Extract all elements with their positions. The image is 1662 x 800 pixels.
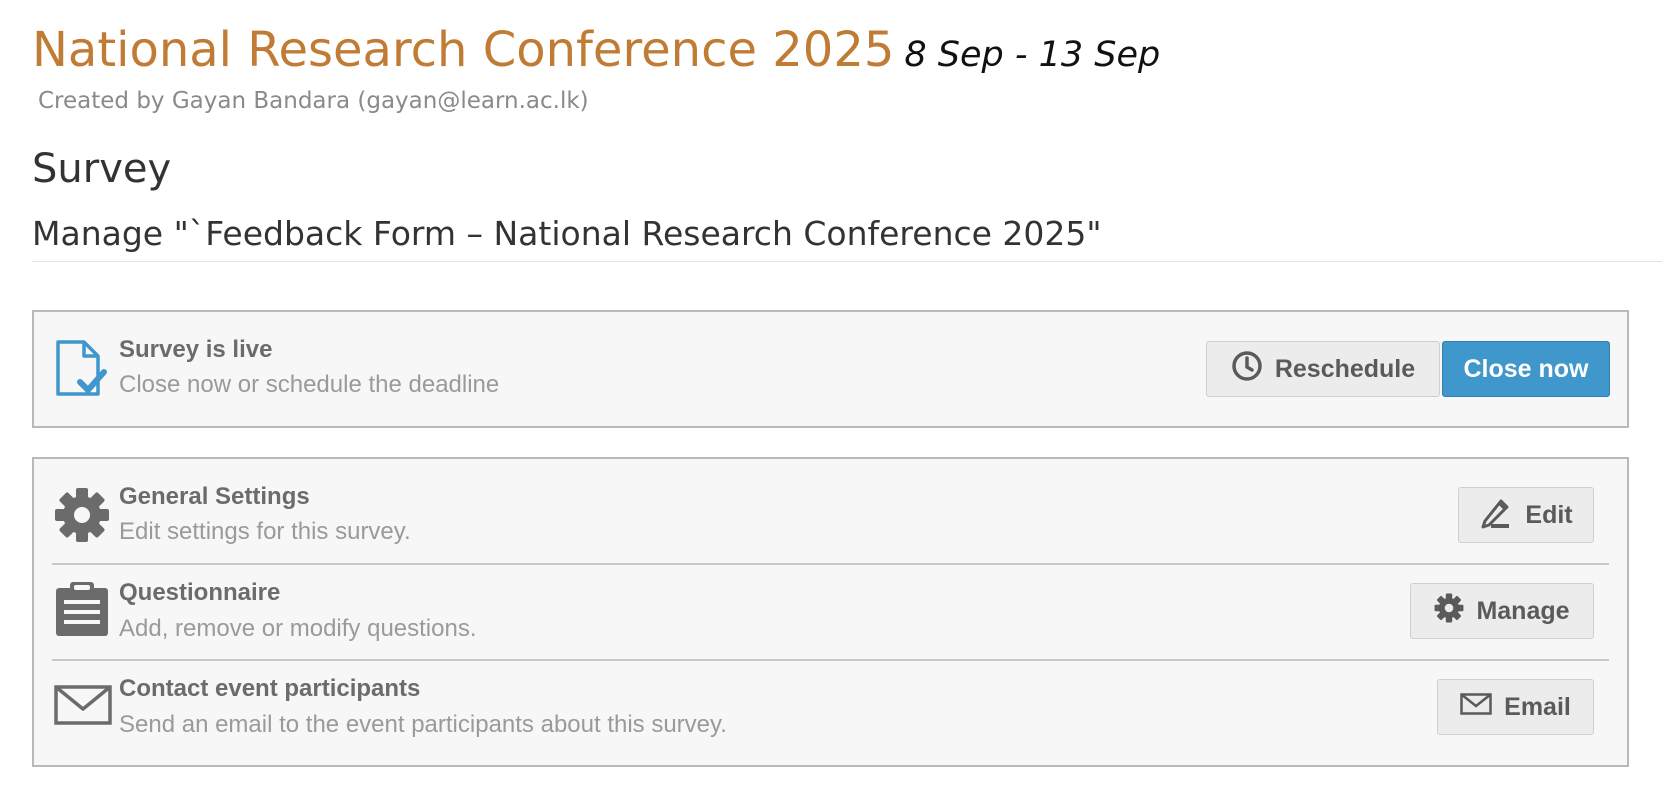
- questionnaire-description: Add, remove or modify questions.: [119, 615, 477, 642]
- manage-label: Manage: [1476, 596, 1570, 625]
- questionnaire-title: Questionnaire: [119, 579, 281, 606]
- created-by: Created by Gayan Bandara (gayan@learn.ac…: [38, 88, 589, 114]
- event-title: National Research Conference 2025: [32, 22, 895, 78]
- pencil-icon: [1479, 495, 1513, 536]
- event-header: National Research Conference 2025 8 Sep -…: [32, 22, 1160, 78]
- edit-label: Edit: [1525, 500, 1573, 529]
- survey-status-panel: Survey is live Close now or schedule the…: [32, 310, 1629, 428]
- general-settings-description: Edit settings for this survey.: [119, 518, 411, 545]
- event-dates: 8 Sep - 13 Sep: [904, 35, 1161, 75]
- gear-icon: [1434, 593, 1464, 630]
- reschedule-label: Reschedule: [1274, 354, 1416, 383]
- email-label: Email: [1504, 692, 1571, 721]
- clock-icon: [1231, 350, 1263, 389]
- reschedule-button[interactable]: Reschedule: [1206, 341, 1440, 397]
- contact-participants-title: Contact event participants: [119, 675, 421, 702]
- document-check-icon: [54, 338, 112, 396]
- general-settings-title: General Settings: [119, 483, 310, 510]
- edit-button[interactable]: Edit: [1458, 487, 1594, 543]
- contact-participants-description: Send an email to the event participants …: [119, 711, 727, 738]
- clipboard-icon: [54, 580, 112, 638]
- envelope-icon: [54, 685, 112, 743]
- status-title: Survey is live: [119, 336, 273, 363]
- row-divider: [52, 659, 1609, 661]
- envelope-icon: [1460, 692, 1492, 722]
- page-subtitle: Manage "`Feedback Form – National Resear…: [32, 214, 1102, 253]
- manage-button[interactable]: Manage: [1410, 583, 1594, 639]
- email-button[interactable]: Email: [1437, 679, 1594, 735]
- row-divider: [52, 563, 1609, 565]
- header-divider: [32, 261, 1662, 262]
- close-now-button[interactable]: Close now: [1442, 341, 1610, 397]
- gear-icon: [54, 487, 112, 545]
- page-title: Survey: [32, 146, 172, 192]
- survey-actions-panel: General Settings Edit settings for this …: [32, 457, 1629, 767]
- status-description: Close now or schedule the deadline: [119, 371, 500, 398]
